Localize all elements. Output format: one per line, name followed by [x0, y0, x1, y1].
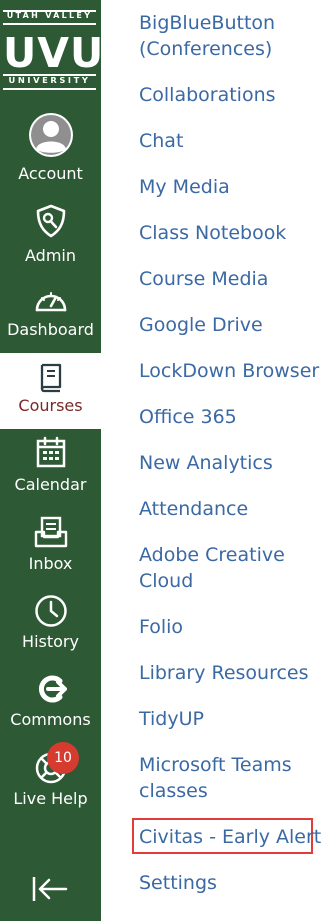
logo-mark: UVU [3, 29, 105, 77]
nav-label-account: Account [18, 164, 83, 183]
nav-item-admin[interactable]: Admin [0, 200, 101, 276]
course-nav-chat[interactable]: Chat [139, 128, 319, 154]
course-nav-google-drive[interactable]: Google Drive [139, 312, 319, 338]
nav-label-courses: Courses [18, 396, 83, 415]
course-nav-label: Microsoft Teams [139, 754, 292, 776]
course-nav-library-resources[interactable]: Library Resources [139, 660, 319, 686]
uvu-logo[interactable]: UTAH VALLEY UVU UNIVERSITY [3, 10, 105, 90]
course-nav-class-notebook[interactable]: Class Notebook [139, 220, 319, 246]
inbox-icon [34, 516, 67, 548]
course-nav-civitas-early-alert[interactable]: Civitas - Early Alert [139, 824, 321, 850]
course-nav-my-media[interactable]: My Media [139, 174, 319, 200]
course-nav-office-365[interactable]: Office 365 [139, 404, 319, 430]
nav-label-calendar: Calendar [14, 475, 87, 494]
nav-item-courses[interactable]: Courses [0, 353, 101, 429]
nav-label-admin: Admin [25, 246, 76, 265]
course-nav-label: (Conferences) [139, 38, 273, 60]
course-nav-tidyup[interactable]: TidyUP [139, 706, 319, 732]
commons-icon [38, 675, 67, 703]
logo-bottom-text: UNIVERSITY [8, 75, 91, 85]
logo-rule-bottom [3, 88, 96, 90]
course-nav-course-media[interactable]: Course Media [139, 266, 319, 292]
nav-item-commons[interactable]: Commons [0, 670, 101, 746]
logo-top-text: UTAH VALLEY [6, 11, 93, 20]
course-nav-label: BigBlueButton [139, 12, 276, 34]
course-nav-new-analytics[interactable]: New Analytics [139, 450, 319, 476]
book-icon [40, 363, 61, 393]
course-nav-collaborations[interactable]: Collaborations [139, 82, 319, 108]
course-nav-folio[interactable]: Folio [139, 614, 319, 640]
nav-label-inbox: Inbox [28, 554, 73, 573]
nav-item-account[interactable]: Account [0, 108, 101, 184]
nav-label-dashboard: Dashboard [7, 320, 94, 339]
course-nav-microsoft-teams-classes[interactable]: Microsoft Teams classes [139, 752, 319, 804]
shield-icon [36, 204, 65, 238]
course-nav-adobe-creative-cloud[interactable]: Adobe Creative Cloud [139, 542, 319, 594]
course-nav-attendance[interactable]: Attendance [139, 496, 319, 522]
clock-icon [34, 595, 67, 627]
course-nav-label: Cloud [139, 570, 194, 592]
course-nav-settings[interactable]: Settings [139, 870, 319, 896]
nav-label-commons: Commons [10, 710, 91, 729]
course-nav-label: Adobe Creative [139, 544, 285, 566]
avatar-icon [28, 113, 73, 157]
nav-item-history[interactable]: History [0, 591, 101, 667]
live-help-count-badge: 10 [47, 742, 79, 774]
logo-rule-upper [3, 23, 96, 25]
calendar-icon [36, 436, 65, 468]
course-nav-lockdown-browser[interactable]: LockDown Browser [139, 358, 319, 384]
course-nav-bigbluebutton[interactable]: BigBlueButton (Conferences) [139, 10, 319, 62]
collapse-nav-button[interactable] [31, 874, 69, 904]
collapse-arrow-icon [32, 877, 68, 901]
nav-label-live-help: Live Help [13, 789, 88, 808]
speedometer-icon [35, 292, 66, 312]
nav-label-history: History [22, 632, 79, 651]
nav-item-dashboard[interactable]: Dashboard [0, 278, 101, 354]
global-navigation: UTAH VALLEY UVU UNIVERSITY Account Admin [0, 0, 105, 921]
course-nav-label: classes [139, 780, 208, 802]
nav-item-inbox[interactable]: Inbox [0, 512, 101, 588]
nav-item-calendar[interactable]: Calendar [0, 432, 101, 508]
